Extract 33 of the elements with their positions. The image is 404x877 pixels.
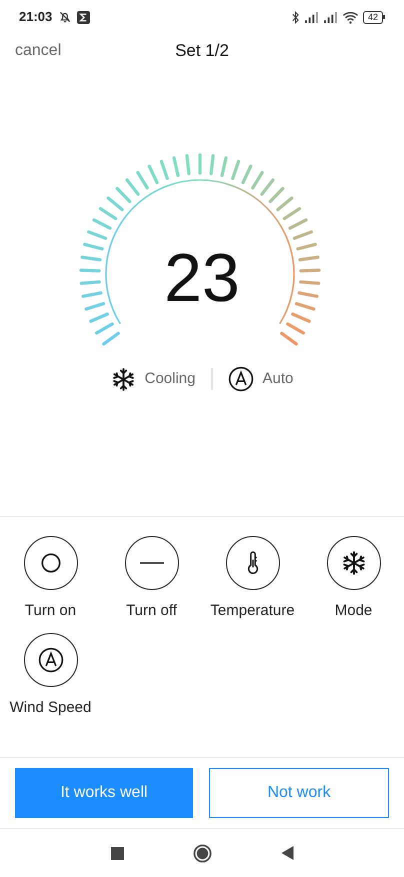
- notifications-off-icon: [58, 10, 72, 24]
- control-label: Mode: [334, 601, 372, 621]
- auto-icon: [38, 646, 64, 672]
- control-label: Turn on: [24, 601, 76, 621]
- control-button[interactable]: [124, 536, 178, 590]
- control-label: Temperature: [210, 601, 295, 621]
- control-button[interactable]: [24, 536, 78, 590]
- action-button[interactable]: Not work: [209, 768, 389, 818]
- signal-icon: [304, 12, 319, 22]
- cancel-button[interactable]: cancel: [15, 39, 62, 63]
- page-title: Set 1/2: [175, 40, 229, 62]
- battery-level: 42: [362, 10, 383, 24]
- snowflake-icon: [110, 366, 136, 392]
- home-icon: [192, 844, 212, 862]
- control-label: Turn off: [126, 601, 177, 621]
- temperature-value: 23: [163, 239, 241, 318]
- control-button[interactable]: [24, 632, 78, 686]
- minus-icon: [140, 562, 164, 564]
- wifi-icon: [342, 10, 359, 24]
- back-icon: [280, 846, 294, 860]
- status-time: 21:03: [19, 8, 52, 26]
- signal-icon: [322, 12, 338, 22]
- action-button[interactable]: It works well: [15, 768, 193, 818]
- sigma-app-icon: [77, 10, 90, 24]
- mode-label: Cooling: [144, 368, 196, 389]
- snowflake-icon: [340, 550, 366, 576]
- control-label: Wind Speed: [10, 698, 92, 718]
- bluetooth-icon: [290, 10, 300, 24]
- control-button[interactable]: [226, 536, 280, 590]
- control-button[interactable]: [326, 536, 380, 590]
- fan-label: Auto: [262, 368, 294, 389]
- auto-icon: [228, 366, 254, 392]
- recents-icon: [110, 846, 124, 860]
